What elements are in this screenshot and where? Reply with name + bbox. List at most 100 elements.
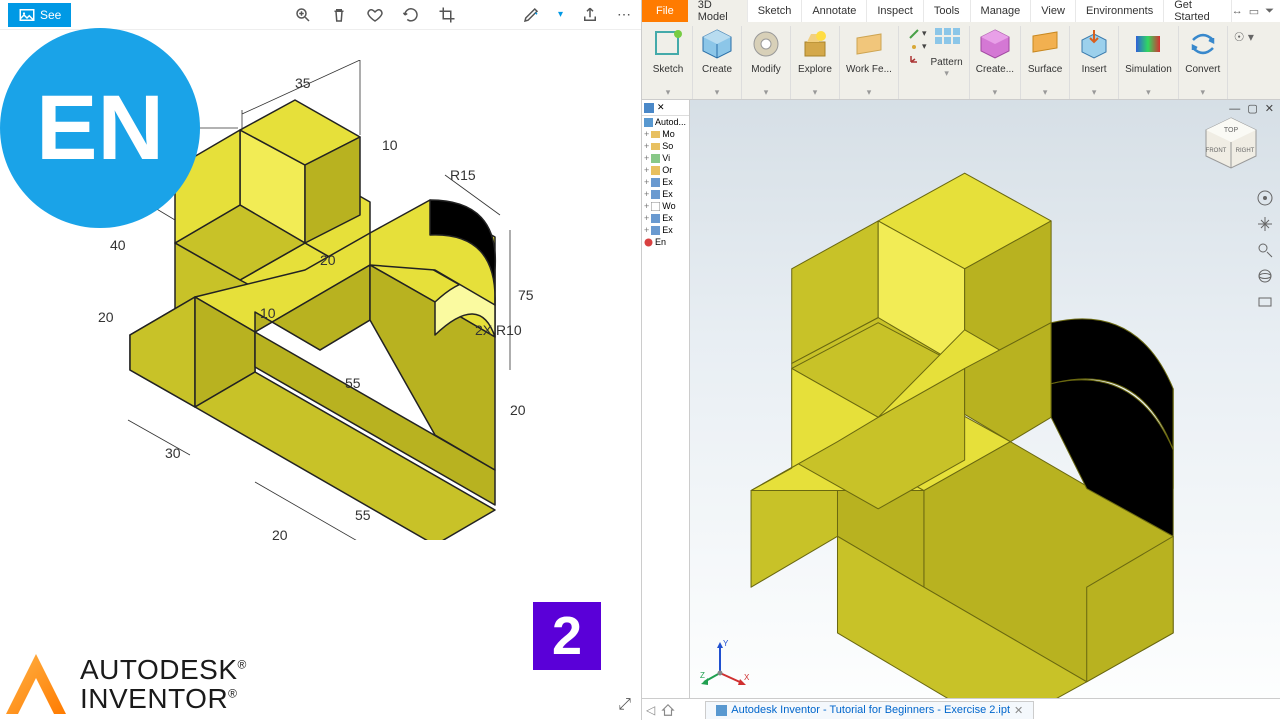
- app-box-icon[interactable]: ▭: [1249, 5, 1259, 18]
- svg-text:20: 20: [98, 309, 114, 325]
- folder-icon: [651, 142, 660, 151]
- nav-bar: [1254, 190, 1276, 310]
- coordinate-triad: Y X Z: [700, 638, 750, 688]
- surface-icon: [1029, 28, 1061, 60]
- ribbon-modify[interactable]: Modify▾: [742, 26, 791, 99]
- delete-icon[interactable]: [330, 6, 348, 24]
- tab-annotate[interactable]: Annotate: [802, 0, 867, 22]
- share-icon[interactable]: [581, 6, 599, 24]
- inventor-app: File 3D Model Sketch Annotate Inspect To…: [642, 0, 1280, 720]
- ribbon-workfeatures[interactable]: Work Fe...▾: [840, 26, 899, 99]
- tab-inspect[interactable]: Inspect: [867, 0, 923, 22]
- ribbon-pattern[interactable]: ▾ ▾ Pattern ▾: [899, 26, 970, 99]
- extrude-icon: [651, 226, 660, 235]
- svg-text:X: X: [744, 673, 750, 682]
- extrude-icon: [651, 178, 660, 187]
- exercise-number-badge: 2: [533, 602, 601, 670]
- svg-text:FRONT: FRONT: [1206, 148, 1227, 154]
- tab-environments[interactable]: Environments: [1076, 0, 1164, 22]
- end-icon: [644, 238, 653, 247]
- edit-icon[interactable]: [522, 6, 540, 24]
- point-icon: [909, 42, 919, 52]
- image-viewer-toolbar: See ▾ ⋯: [0, 0, 641, 30]
- nav-back-icon[interactable]: ◁: [646, 703, 655, 717]
- collab-icon[interactable]: ↔: [1232, 5, 1243, 17]
- zoom-in-icon[interactable]: [294, 6, 312, 24]
- home-icon[interactable]: [661, 703, 675, 717]
- inventor-logo-icon: [6, 654, 66, 714]
- ribbon-surface[interactable]: Surface▾: [1021, 26, 1070, 99]
- tab-sketch[interactable]: Sketch: [748, 0, 803, 22]
- 3d-viewport[interactable]: — ▢ ✕: [690, 100, 1280, 698]
- insert-icon: [1078, 28, 1110, 60]
- ribbon-createfreeform[interactable]: Create...▾: [970, 26, 1021, 99]
- svg-text:30: 30: [165, 445, 181, 461]
- ribbon-expand[interactable]: ☉ ▾: [1228, 26, 1260, 99]
- image-viewer-pane: See ▾ ⋯ EN: [0, 0, 642, 720]
- see-all-button[interactable]: See: [8, 3, 71, 27]
- ribbon-create[interactable]: Create▾: [693, 26, 742, 99]
- close-icon[interactable]: ✕: [657, 102, 665, 113]
- lookat-icon[interactable]: [1257, 294, 1273, 310]
- tab-tools[interactable]: Tools: [924, 0, 971, 22]
- steering-wheel-icon[interactable]: [1257, 190, 1273, 206]
- tree-icon: [644, 103, 654, 113]
- help-dropdown-icon[interactable]: ⏷: [1265, 5, 1274, 18]
- axis-icon: [909, 29, 919, 39]
- orbit-icon[interactable]: [1257, 268, 1273, 284]
- zoom-icon[interactable]: [1257, 242, 1273, 258]
- pan-icon[interactable]: [1257, 216, 1273, 232]
- crop-icon[interactable]: [438, 6, 456, 24]
- sketch-icon: [652, 28, 684, 60]
- chevron-down-icon[interactable]: ▾: [558, 9, 563, 20]
- ribbon: Sketch▾ Create▾ Modify▾ Explore▾ Work Fe…: [642, 22, 1280, 100]
- svg-text:2X R10: 2X R10: [475, 322, 522, 338]
- svg-text:55: 55: [345, 375, 361, 391]
- tab-get-started[interactable]: Get Started: [1164, 0, 1232, 22]
- rotate-icon[interactable]: [402, 6, 420, 24]
- more-icon[interactable]: ⋯: [617, 6, 633, 23]
- ribbon-insert[interactable]: Insert▾: [1070, 26, 1119, 99]
- svg-text:Z: Z: [700, 671, 705, 680]
- see-label: See: [40, 8, 61, 22]
- svg-text:20: 20: [272, 527, 288, 540]
- tab-view[interactable]: View: [1031, 0, 1076, 22]
- freeform-icon: [979, 28, 1011, 60]
- brand-line1: AUTODESK: [80, 654, 238, 685]
- autodesk-brand: AUTODESK® INVENTOR®: [0, 648, 253, 720]
- svg-text:75: 75: [518, 287, 534, 303]
- plane-icon: [853, 28, 885, 60]
- ribbon-convert[interactable]: Convert▾: [1179, 26, 1228, 99]
- 3d-model: [690, 100, 1280, 698]
- document-tab[interactable]: Autodesk Inventor - Tutorial for Beginne…: [705, 701, 1034, 719]
- file-tab[interactable]: File: [642, 0, 688, 22]
- image-icon: [18, 6, 36, 24]
- model-browser[interactable]: ✕ Autod... +Mo +So +Vi +Or +Ex +Ex +Wo +…: [642, 100, 690, 698]
- svg-text:Y: Y: [723, 639, 729, 648]
- tab-manage[interactable]: Manage: [971, 0, 1032, 22]
- ribbon-sketch[interactable]: Sketch▾: [644, 26, 693, 99]
- folder-icon: [651, 130, 660, 139]
- pattern-icon: [933, 26, 961, 54]
- viewcube[interactable]: TOP FRONT RIGHT: [1200, 112, 1262, 174]
- heart-icon[interactable]: [366, 6, 384, 24]
- svg-text:55: 55: [355, 507, 371, 523]
- svg-text:TOP: TOP: [1224, 127, 1239, 134]
- simulation-icon: [1132, 28, 1164, 60]
- part-doc-icon: [716, 705, 727, 716]
- tab-3d-model[interactable]: 3D Model: [688, 0, 748, 22]
- ribbon-simulation[interactable]: Simulation▾: [1119, 26, 1179, 99]
- origin-icon: [651, 166, 660, 175]
- status-bar: ◁ Autodesk Inventor - Tutorial for Begin…: [642, 698, 1280, 720]
- explore-icon: [799, 28, 831, 60]
- ribbon-explore[interactable]: Explore▾: [791, 26, 840, 99]
- svg-text:10: 10: [382, 137, 398, 153]
- close-tab-icon[interactable]: ✕: [1014, 704, 1023, 717]
- workspace: ✕ Autod... +Mo +So +Vi +Or +Ex +Ex +Wo +…: [642, 100, 1280, 698]
- language-badge: EN: [0, 28, 200, 228]
- svg-text:RIGHT: RIGHT: [1236, 148, 1255, 154]
- ucs-icon: [909, 54, 919, 64]
- extrude-icon: [651, 190, 660, 199]
- expand-icon[interactable]: ⤢: [618, 696, 631, 714]
- brand-line2: INVENTOR: [80, 683, 228, 714]
